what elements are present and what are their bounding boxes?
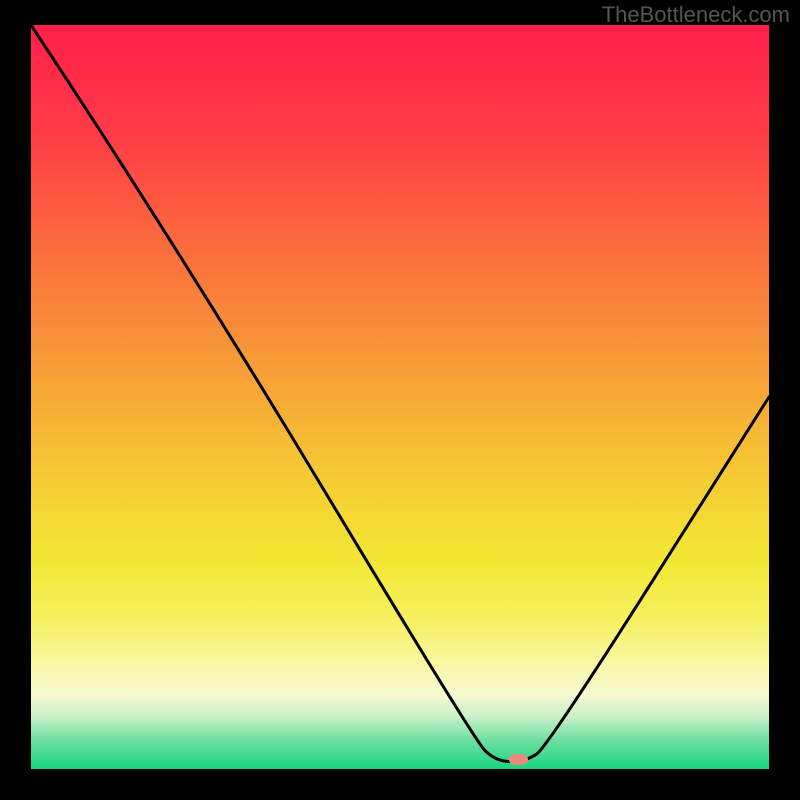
chart-container: TheBottleneck.com: [0, 0, 800, 800]
watermark-text: TheBottleneck.com: [602, 2, 790, 28]
bottleneck-curve: [31, 25, 769, 769]
plot-area: [31, 25, 769, 769]
optimal-marker: [509, 754, 528, 765]
